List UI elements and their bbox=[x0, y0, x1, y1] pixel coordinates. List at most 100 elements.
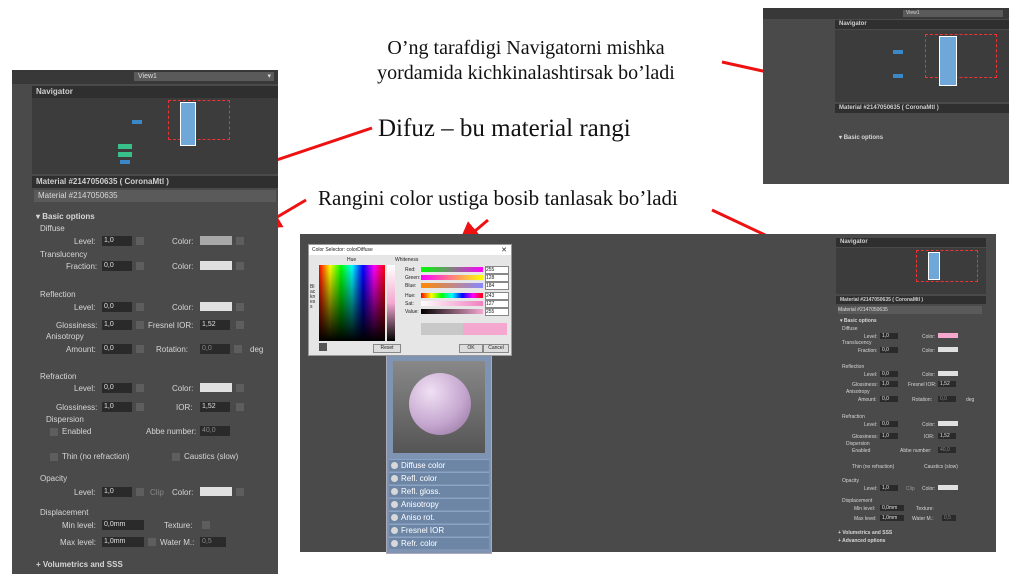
br-ior-spinner[interactable]: 1,52 bbox=[938, 433, 956, 439]
br-amount-spinner[interactable]: 0,0 bbox=[880, 396, 898, 402]
enabled-checkbox[interactable] bbox=[50, 428, 58, 436]
node-slot-refl-gloss[interactable]: Refl. gloss. bbox=[389, 485, 489, 497]
refl-color-swatch[interactable] bbox=[200, 302, 232, 311]
node-slot-refl-color[interactable]: Refl. color bbox=[389, 472, 489, 484]
whiteness-slider[interactable] bbox=[387, 265, 395, 341]
br-advanced-rollout[interactable]: + Advanced options bbox=[838, 538, 885, 544]
max-level-map-button[interactable] bbox=[148, 538, 156, 546]
water-spinner[interactable]: 0,5 bbox=[200, 537, 226, 547]
rotation-map-button[interactable] bbox=[234, 345, 242, 353]
material-header[interactable]: Material #2147050635 ( CoronaMtl ) bbox=[32, 176, 278, 188]
max-level-spinner[interactable]: 1,0mm bbox=[102, 537, 144, 547]
slot-socket-icon[interactable] bbox=[391, 475, 398, 482]
eyedropper-icon[interactable] bbox=[319, 343, 327, 351]
slot-socket-icon[interactable] bbox=[391, 540, 398, 547]
dialog-title-bar[interactable]: Color Selector: colorDiffuse ✕ bbox=[309, 245, 511, 255]
view-dropdown[interactable]: View1 ▾ bbox=[134, 72, 274, 81]
amount-map-button[interactable] bbox=[136, 345, 144, 353]
refl-level-spinner[interactable]: 0,0 bbox=[102, 302, 132, 312]
top-right-navigator-view[interactable] bbox=[835, 30, 1009, 102]
fraction-spinner[interactable]: 0,0 bbox=[102, 261, 132, 271]
br-basic-options[interactable]: ▾ Basic options bbox=[840, 318, 877, 324]
blue-slider[interactable] bbox=[421, 283, 483, 288]
navigator-view[interactable] bbox=[32, 98, 278, 174]
refr-level-map-button[interactable] bbox=[136, 384, 144, 392]
br-level-spinner[interactable]: 1,0 bbox=[880, 333, 898, 339]
refr-glossiness-spinner[interactable]: 1,0 bbox=[102, 402, 132, 412]
br-op-level-spinner[interactable]: 1,0 bbox=[880, 485, 898, 491]
fresnel-spinner[interactable]: 1,52 bbox=[200, 320, 230, 330]
diffuse-level-spinner[interactable]: 1,0 bbox=[102, 236, 132, 246]
amount-spinner[interactable]: 0,0 bbox=[102, 344, 132, 354]
br-material-header[interactable]: Material #2147050635 ( CoronaMtl ) bbox=[836, 296, 986, 304]
close-icon[interactable]: ✕ bbox=[501, 246, 507, 254]
translucency-map-button[interactable] bbox=[236, 262, 244, 270]
diffuse-color-swatch[interactable] bbox=[200, 236, 232, 245]
diffuse-level-map-button[interactable] bbox=[136, 237, 144, 245]
br-trans-color-swatch[interactable] bbox=[938, 347, 958, 352]
texture-map-button[interactable] bbox=[202, 521, 210, 529]
sat-slider[interactable] bbox=[421, 301, 483, 306]
br-water-spinner[interactable]: 0,5 bbox=[942, 515, 956, 521]
opacity-level-spinner[interactable]: 1,0 bbox=[102, 487, 132, 497]
slot-socket-icon[interactable] bbox=[391, 501, 398, 508]
refr-level-spinner[interactable]: 0,0 bbox=[102, 383, 132, 393]
node-slot-anisotropy[interactable]: Anisotropy bbox=[389, 498, 489, 510]
top-right-view-dropdown[interactable]: View1 bbox=[903, 10, 1003, 17]
refr-color-swatch[interactable] bbox=[200, 383, 232, 392]
br-refr-color-swatch[interactable] bbox=[938, 421, 958, 426]
fraction-map-button[interactable] bbox=[136, 262, 144, 270]
refl-level-map-button[interactable] bbox=[136, 303, 144, 311]
ok-button[interactable]: OK bbox=[459, 344, 483, 353]
glossiness-map-button[interactable] bbox=[136, 321, 144, 329]
min-level-spinner[interactable]: 0,0mm bbox=[102, 520, 144, 530]
value-value[interactable]: 255 bbox=[485, 308, 509, 316]
br-glossiness-spinner[interactable]: 1,0 bbox=[880, 381, 898, 387]
br-refr-level-spinner[interactable]: 0,0 bbox=[880, 421, 898, 427]
hue-value[interactable]: 243 bbox=[485, 292, 509, 300]
opacity-color-swatch[interactable] bbox=[200, 487, 232, 496]
br-refr-gloss-spinner[interactable]: 1,0 bbox=[880, 433, 898, 439]
thin-checkbox[interactable] bbox=[50, 453, 58, 461]
br-volumetrics-rollout[interactable]: + Volumetrics and SSS bbox=[838, 530, 892, 536]
ior-map-button[interactable] bbox=[236, 403, 244, 411]
slot-socket-icon[interactable] bbox=[391, 514, 398, 521]
sat-value[interactable]: 127 bbox=[485, 300, 509, 308]
hue-saturation-field[interactable] bbox=[319, 265, 385, 341]
top-right-navigator-header[interactable]: Navigator bbox=[835, 20, 1009, 29]
top-right-basic-options[interactable]: ▾ Basic options bbox=[839, 134, 883, 141]
br-navigator-view[interactable] bbox=[836, 248, 986, 294]
ior-spinner[interactable]: 1,52 bbox=[200, 402, 230, 412]
basic-options-rollout[interactable]: ▾ Basic options bbox=[36, 212, 95, 221]
material-node[interactable]: Diffuse color Refl. color Refl. gloss. A… bbox=[386, 354, 492, 554]
opacity-level-map-button[interactable] bbox=[136, 488, 144, 496]
translucency-color-swatch[interactable] bbox=[200, 261, 232, 270]
slot-socket-icon[interactable] bbox=[391, 488, 398, 495]
refr-color-map-button[interactable] bbox=[236, 384, 244, 392]
br-navigator-header[interactable]: Navigator bbox=[836, 238, 986, 247]
br-refl-level-spinner[interactable]: 0,0 bbox=[880, 371, 898, 377]
material-name-field[interactable]: Material #2147050635 bbox=[34, 190, 276, 202]
br-abbe-spinner[interactable]: 40,0 bbox=[938, 447, 956, 453]
reset-button[interactable]: Reset bbox=[373, 344, 401, 353]
color-selector-dialog[interactable]: Color Selector: colorDiffuse ✕ Hue White… bbox=[308, 244, 512, 356]
br-material-name[interactable]: Material #2147050635 bbox=[838, 306, 982, 314]
node-slot-diffuse-color[interactable]: Diffuse color bbox=[389, 459, 489, 471]
cancel-button[interactable]: Cancel bbox=[483, 344, 509, 353]
br-diffuse-color-swatch[interactable] bbox=[938, 333, 958, 338]
br-max-level-spinner[interactable]: 1,0mm bbox=[880, 515, 904, 521]
green-value[interactable]: 128 bbox=[485, 274, 509, 282]
node-slot-refr-color[interactable]: Refr. color bbox=[389, 537, 489, 549]
diffuse-color-map-button[interactable] bbox=[236, 237, 244, 245]
br-rotation-spinner[interactable]: 0,0 bbox=[938, 396, 956, 402]
br-fraction-spinner[interactable]: 0,0 bbox=[880, 347, 898, 353]
fresnel-map-button[interactable] bbox=[236, 321, 244, 329]
br-op-color-swatch[interactable] bbox=[938, 485, 958, 490]
node-slot-aniso-rot[interactable]: Aniso rot. bbox=[389, 511, 489, 523]
volumetrics-rollout[interactable]: + Volumetrics and SSS bbox=[36, 560, 123, 569]
glossiness-spinner[interactable]: 1,0 bbox=[102, 320, 132, 330]
hue-slider[interactable] bbox=[421, 293, 483, 298]
caustics-checkbox[interactable] bbox=[172, 453, 180, 461]
refr-glossiness-map-button[interactable] bbox=[136, 403, 144, 411]
red-value[interactable]: 255 bbox=[485, 266, 509, 274]
